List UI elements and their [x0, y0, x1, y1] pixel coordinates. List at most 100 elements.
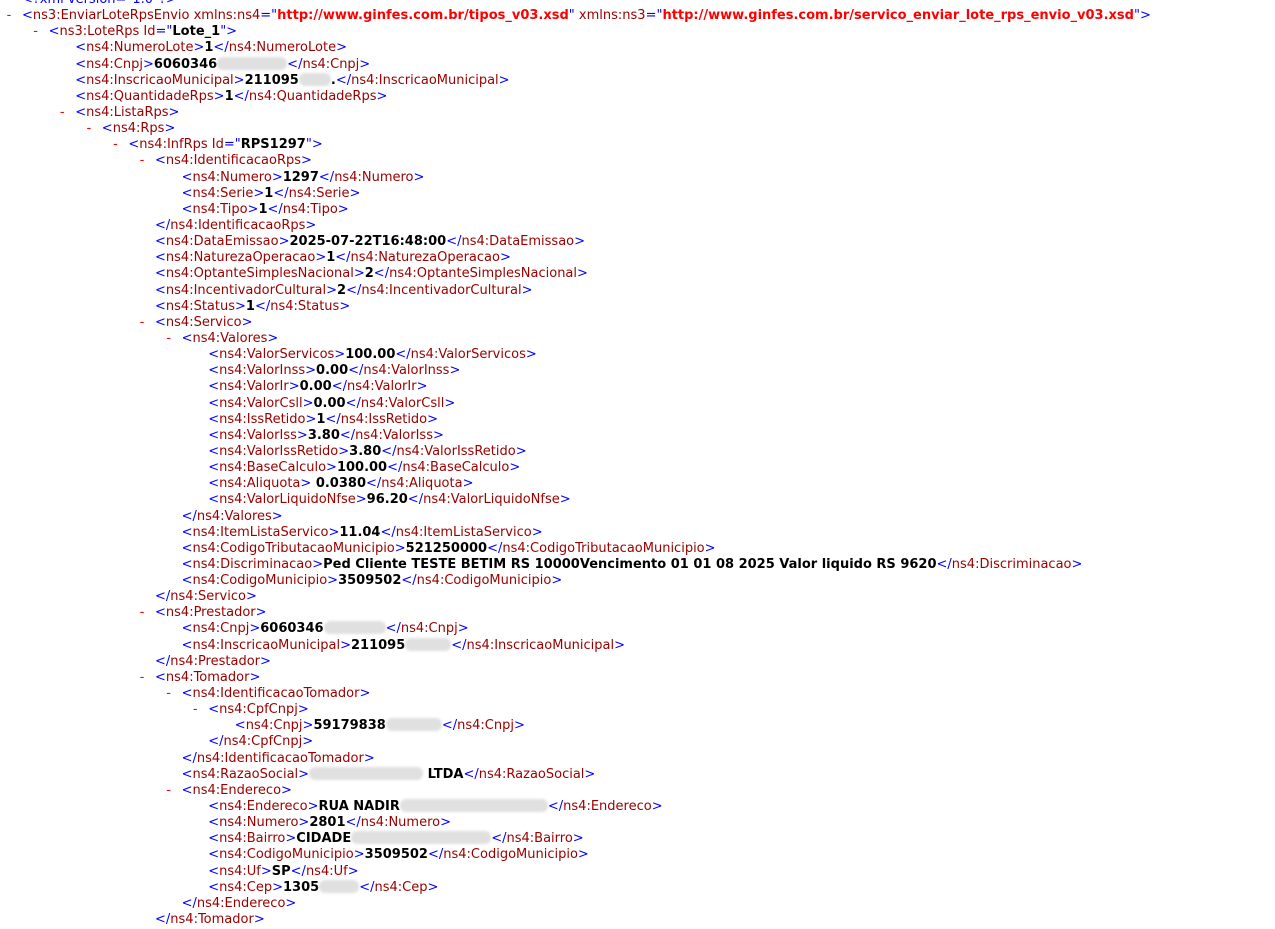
tag-bracket: > [305, 217, 317, 233]
tag-bracket: </ [318, 169, 335, 185]
element-value: 2 [364, 266, 374, 282]
tag-bracket: > [340, 637, 351, 653]
xml-line: - <ns4:Endereco> [0, 783, 1275, 799]
tag-bracket: < [181, 185, 193, 201]
tag-bracket: </ [385, 621, 401, 637]
tag-name: ns4:Endereco [192, 782, 282, 798]
tag-name: ns4:Cnpj [302, 56, 360, 72]
tag-name: ns4:ValorLiquidoNfse [423, 492, 560, 508]
tag-bracket: < [155, 153, 166, 169]
xml-code: <ns4:Tomador> [155, 670, 260, 686]
tag-name: ns4:IdentificacaoRps [165, 153, 302, 169]
tag-bracket: > [509, 460, 521, 476]
xml-code: </ns4:CpfCnpj> [208, 734, 313, 750]
xml-line: <ns4:Discriminacao>Ped Cliente TESTE BET… [0, 557, 1275, 573]
tag-bracket: </ [345, 395, 361, 411]
xml-line: <ns4:InscricaoMunicipal>211095 </ns4:Insc… [0, 637, 1275, 654]
tag-bracket: < [208, 492, 220, 508]
redacted-value [399, 799, 548, 813]
tag-name: ns4:ValorIssRetido [219, 443, 339, 459]
xml-line: <ns4:ValorIr>0.00</ns4:ValorIr> [0, 379, 1275, 395]
tag-name: ns4:CodigoMunicipio [443, 847, 578, 863]
tag-name: ns4:Rps [112, 121, 165, 137]
tag-bracket: </ [387, 460, 403, 476]
element-value: 3.80 [349, 443, 382, 459]
tag-bracket: < [155, 314, 166, 330]
xml-line: <ns4:CodigoMunicipio>3509502</ns4:Codigo… [0, 847, 1275, 863]
element-value: 100.00 [336, 460, 388, 476]
xml-line: <ns4:Uf>SP</ns4:Uf> [0, 864, 1275, 880]
collapse-toggle-icon[interactable]: - [164, 783, 174, 799]
collapse-toggle-icon[interactable]: - [137, 670, 147, 686]
tag-bracket: > [444, 395, 456, 411]
xml-code: <ns4:Aliquota> 0.0380</ns4:Aliquota> [208, 476, 473, 492]
collapse-toggle-icon[interactable]: - [137, 153, 147, 169]
tag-bracket: > [260, 863, 272, 879]
tag-name: ns4:ValorIr [219, 379, 289, 395]
collapse-toggle-icon[interactable]: - [190, 702, 200, 718]
tag-bracket: > [413, 169, 425, 185]
tag-bracket: < [208, 831, 220, 847]
xml-code: <ns4:CodigoTributacaoMunicipio>521250000… [182, 541, 716, 557]
collapse-toggle-icon[interactable]: - [57, 105, 67, 121]
xml-code: </ns4:Endereco> [182, 896, 297, 912]
tag-bracket: > [296, 427, 308, 443]
tag-name: ns4:QuantidadeRps [86, 88, 214, 104]
collapse-toggle-icon[interactable]: - [4, 8, 14, 24]
tag-bracket: > [297, 702, 309, 718]
collapse-toggle-icon[interactable]: - [31, 24, 41, 40]
tag-bracket: < [75, 72, 87, 88]
element-value: SP [271, 863, 291, 879]
collapse-toggle-icon[interactable]: - [84, 121, 94, 137]
xml-line: <ns4:Numero>1297</ns4:Numero> [0, 170, 1275, 186]
collapse-toggle-icon[interactable]: - [164, 686, 174, 702]
xml-code: <ns4:ValorIr>0.00</ns4:ValorIr> [208, 379, 427, 395]
tag-bracket: > [336, 40, 347, 56]
tag-name: ns4:DataEmissao [461, 234, 575, 250]
element-value: 2 [337, 282, 347, 298]
tag-name: ns4:NaturezaOperacao [165, 250, 316, 266]
tag-bracket: > [164, 121, 176, 137]
xml-code: <ns4:Prestador> [155, 605, 267, 621]
tag-bracket: > [245, 589, 257, 605]
element-value: 521250000 [405, 540, 488, 556]
tag-bracket: < [208, 847, 220, 863]
tag-name: ns4:IncentivadorCultural [361, 282, 522, 298]
tag-bracket: </ [451, 637, 467, 653]
tag-bracket: > [249, 669, 261, 685]
tag-bracket: < [181, 686, 193, 702]
xml-line: <ns4:IssRetido>1</ns4:IssRetido> [0, 412, 1275, 428]
collapse-toggle-icon[interactable]: - [110, 137, 120, 153]
tag-bracket: < [155, 669, 166, 685]
xml-code: <ns4:ItemListaServico>11.04</ns4:ItemLis… [182, 525, 543, 541]
collapse-toggle-icon[interactable]: - [137, 605, 147, 621]
tag-bracket: > [305, 411, 317, 427]
xml-line: - <ns4:Valores> [0, 331, 1275, 347]
tag-name: ns4:Endereco [563, 799, 652, 815]
element-value: 0.00 [313, 395, 346, 411]
tag-bracket: > [525, 347, 537, 363]
tag-bracket: > [498, 72, 510, 88]
attr-eq: =" [223, 137, 241, 153]
tag-bracket: < [208, 815, 220, 831]
tag-name: ns3:EnviarLoteRpsEnvio [32, 8, 190, 24]
tag-bracket: > [584, 766, 596, 782]
collapse-toggle-icon[interactable]: - [164, 331, 174, 347]
tag-name: ns4:Cnpj [457, 718, 514, 734]
xml-code: <ns4:IdentificacaoRps> [155, 153, 312, 169]
xml-code: <ns4:ListaRps> [75, 105, 179, 121]
tag-bracket: < [181, 556, 193, 572]
tag-bracket: < [208, 460, 220, 476]
tag-name: ns4:IdentificacaoRps [170, 217, 306, 233]
collapse-toggle-icon[interactable]: - [137, 315, 147, 331]
xml-code: <ns4:DataEmissao>2025-07-22T16:48:00</ns… [155, 234, 585, 250]
tag-bracket: > [298, 815, 310, 831]
tag-bracket: > [462, 476, 474, 492]
tag-bracket: > [302, 734, 314, 750]
tag-name: ns4:Cnpj [86, 56, 143, 72]
tag-bracket: </ [346, 282, 362, 298]
tag-bracket: < [208, 363, 220, 379]
xml-code: </ns4:Tomador> [155, 912, 265, 928]
xml-line: - <ns3:EnviarLoteRpsEnvio xmlns:ns4="http… [0, 8, 1275, 24]
tag-name: ns4:Cnpj [245, 718, 303, 734]
